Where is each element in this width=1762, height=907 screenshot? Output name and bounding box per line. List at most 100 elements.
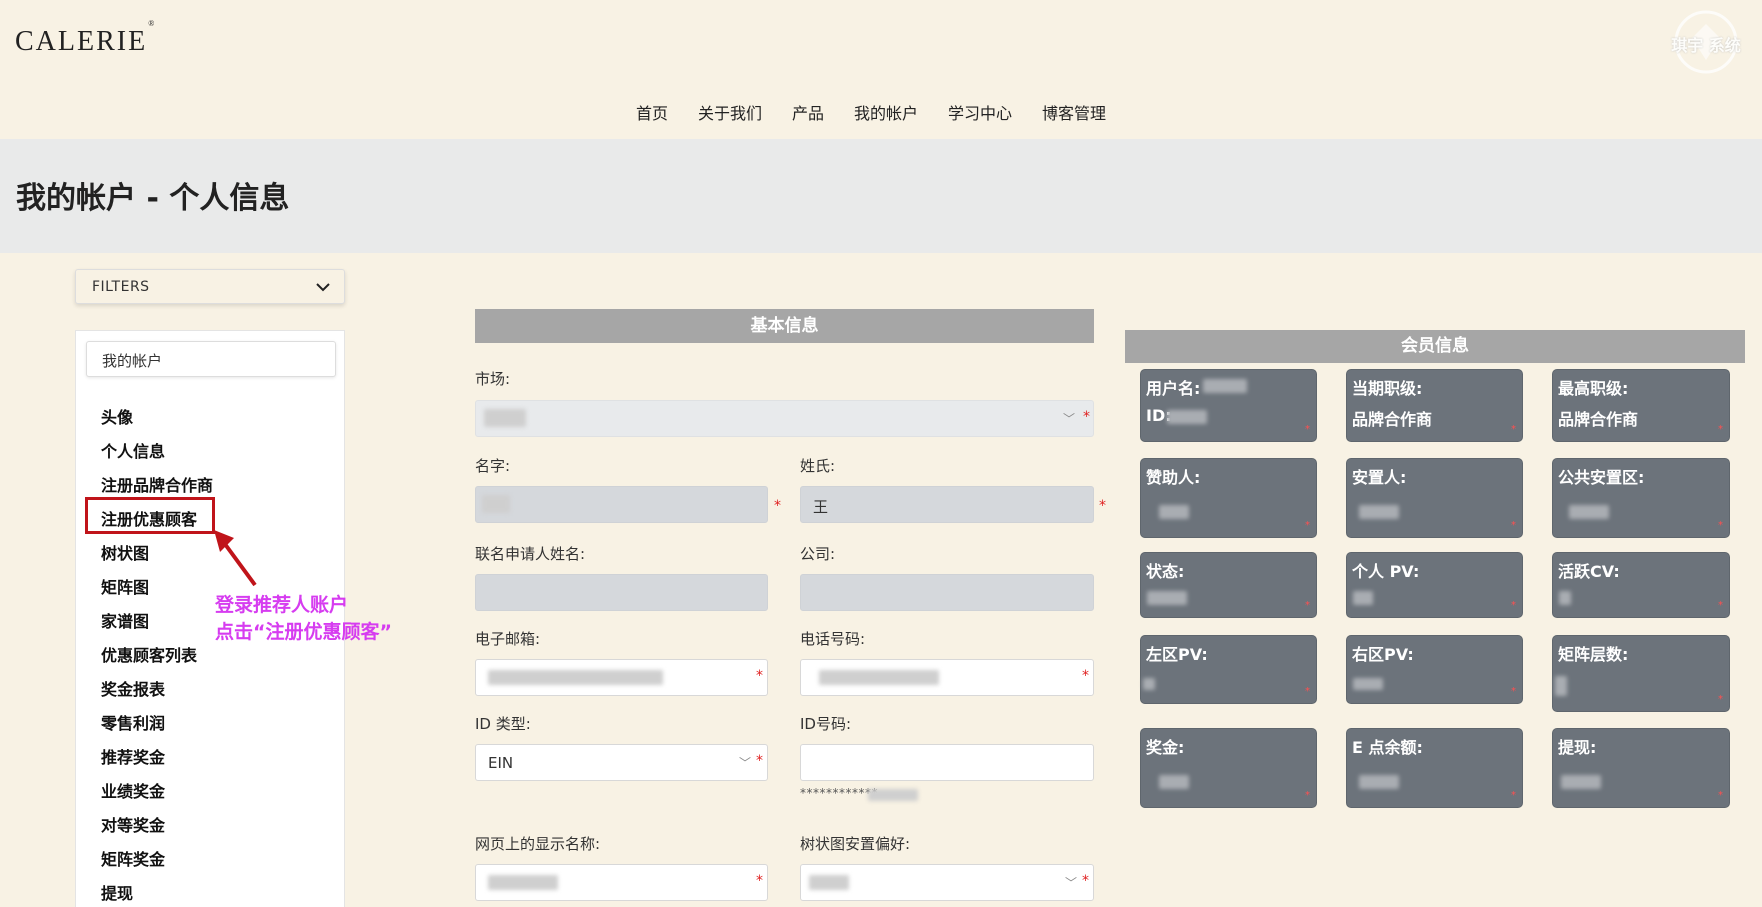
card-label: 最高职级: bbox=[1558, 379, 1629, 398]
company-label: 公司: bbox=[800, 545, 836, 563]
co-applicant-label: 联名申请人姓名: bbox=[475, 545, 586, 563]
display-name-field[interactable]: * bbox=[475, 864, 768, 901]
sidebar-item-avatar[interactable]: 头像 bbox=[101, 401, 213, 435]
email-field[interactable]: * bbox=[475, 659, 768, 696]
required-mark: * bbox=[1083, 409, 1090, 425]
chevron-down-icon: ﹀ bbox=[1064, 876, 1077, 890]
sidebar-item-referral-bonus[interactable]: 推荐奖金 bbox=[101, 741, 213, 775]
sidebar-item-bonus-report[interactable]: 奖金报表 bbox=[101, 673, 213, 707]
id-number-masked: ************ bbox=[800, 786, 878, 800]
card-sponsor: 赞助人: * bbox=[1140, 458, 1317, 538]
required-mark: * bbox=[1511, 520, 1516, 531]
annotation-line1: 登录推荐人账户 bbox=[215, 594, 349, 616]
card-personal-pv: 个人 PV: * bbox=[1346, 552, 1523, 618]
filters-label: FILTERS bbox=[92, 278, 150, 295]
email-label: 电子邮箱: bbox=[475, 630, 541, 648]
required-mark: * bbox=[1511, 686, 1516, 697]
nav-learning-center[interactable]: 学习中心 bbox=[948, 100, 1012, 124]
blurred-value bbox=[1203, 379, 1247, 393]
required-mark: * bbox=[1305, 790, 1310, 801]
required-mark: * bbox=[1511, 600, 1516, 611]
id-type-select[interactable]: EIN ﹀ * bbox=[475, 744, 768, 781]
sidebar-item-matrix-bonus[interactable]: 矩阵奖金 bbox=[101, 843, 213, 877]
card-public-placement: 公共安置区: * bbox=[1552, 458, 1730, 538]
blurred-value bbox=[1353, 591, 1373, 605]
card-matrix-levels: 矩阵层数: * bbox=[1552, 635, 1730, 712]
sidebar-item-tree-view[interactable]: 树状图 bbox=[101, 537, 213, 571]
card-value: 品牌合作商 bbox=[1558, 410, 1639, 429]
chevron-down-icon: ﹀ bbox=[1062, 412, 1075, 426]
highlight-box bbox=[85, 497, 215, 534]
blurred-value bbox=[868, 789, 918, 801]
card-label: 赞助人: bbox=[1146, 468, 1201, 487]
nav-my-account[interactable]: 我的帐户 bbox=[854, 100, 918, 124]
card-username: 用户名: ID: * bbox=[1140, 369, 1317, 442]
sidebar-item-retail-profit[interactable]: 零售利润 bbox=[101, 707, 213, 741]
id-number-field[interactable] bbox=[800, 744, 1094, 781]
sidebar-item-withdraw[interactable]: 提现 bbox=[101, 877, 213, 907]
blurred-value bbox=[1159, 775, 1189, 789]
required-mark: * bbox=[1305, 686, 1310, 697]
card-placement: 安置人: * bbox=[1346, 458, 1523, 538]
card-label: 安置人: bbox=[1352, 468, 1407, 487]
tree-pref-select[interactable]: ﹀ * bbox=[800, 864, 1094, 901]
member-info-heading: 会员信息 bbox=[1125, 330, 1745, 363]
required-mark: * bbox=[1305, 424, 1310, 435]
required-mark: * bbox=[1718, 790, 1723, 801]
nav-about[interactable]: 关于我们 bbox=[698, 100, 762, 124]
card-right-pv: 右区PV: * bbox=[1346, 635, 1523, 704]
watermark-text: 琪宇 系统 bbox=[1671, 36, 1741, 55]
sidebar-item-peer-bonus[interactable]: 对等奖金 bbox=[101, 809, 213, 843]
card-highest-rank: 最高职级: 品牌合作商 * bbox=[1552, 369, 1730, 442]
sidebar-item-matrix-view[interactable]: 矩阵图 bbox=[101, 571, 213, 605]
required-mark: * bbox=[756, 873, 763, 889]
company-field[interactable] bbox=[800, 574, 1094, 611]
card-current-rank: 当期职级: 品牌合作商 * bbox=[1346, 369, 1523, 442]
sidebar-item-preferred-customer-list[interactable]: 优惠顾客列表 bbox=[101, 639, 213, 673]
required-mark: * bbox=[774, 498, 781, 514]
blurred-value bbox=[1359, 505, 1399, 519]
card-status: 状态: * bbox=[1140, 552, 1317, 618]
required-mark: * bbox=[1511, 424, 1516, 435]
required-mark: * bbox=[1718, 520, 1723, 531]
last-name-value: 王 bbox=[813, 498, 829, 516]
watermark-logo: 琪宇 系统 bbox=[1656, 8, 1756, 76]
blurred-value bbox=[1353, 678, 1383, 690]
nav-products[interactable]: 产品 bbox=[792, 100, 824, 124]
annotation-line2: 点击“注册优惠顾客” bbox=[215, 621, 392, 643]
blurred-value bbox=[1559, 591, 1571, 605]
required-mark: * bbox=[756, 668, 763, 684]
sidebar-item-performance-bonus[interactable]: 业绩奖金 bbox=[101, 775, 213, 809]
first-name-field[interactable] bbox=[475, 486, 768, 523]
card-withdrawal: 提现: * bbox=[1552, 728, 1730, 808]
blurred-value bbox=[1147, 591, 1187, 605]
blurred-value bbox=[1561, 775, 1601, 789]
card-label: 活跃CV: bbox=[1558, 562, 1620, 581]
blurred-value bbox=[1569, 505, 1609, 519]
main-nav: 首页 关于我们 产品 我的帐户 学习中心 博客管理 bbox=[0, 100, 1762, 124]
registered-mark: ® bbox=[148, 18, 157, 28]
card-label: 当期职级: bbox=[1352, 379, 1423, 398]
sidebar-item-personal-info[interactable]: 个人信息 bbox=[101, 435, 213, 469]
required-mark: * bbox=[1099, 498, 1106, 514]
card-label: 奖金: bbox=[1146, 738, 1185, 757]
brand-logo[interactable]: CALERIE® bbox=[15, 19, 156, 58]
card-label: 右区PV: bbox=[1352, 645, 1414, 664]
required-mark: * bbox=[1718, 694, 1723, 705]
display-name-label: 网页上的显示名称: bbox=[475, 835, 601, 853]
sidebar-menu: 头像 个人信息 注册品牌合作商 注册优惠顾客 树状图 矩阵图 家谱图 优惠顾客列… bbox=[101, 401, 213, 907]
required-mark: * bbox=[756, 753, 763, 769]
card-label: 矩阵层数: bbox=[1558, 645, 1629, 664]
co-applicant-field[interactable] bbox=[475, 574, 768, 611]
phone-field[interactable]: * bbox=[800, 659, 1094, 696]
required-mark: * bbox=[1305, 520, 1310, 531]
last-name-field[interactable]: 王 bbox=[800, 486, 1094, 523]
nav-blog-admin[interactable]: 博客管理 bbox=[1042, 100, 1106, 124]
nav-home[interactable]: 首页 bbox=[636, 100, 668, 124]
market-label: 市场: bbox=[475, 370, 511, 388]
annotation-arrow-icon bbox=[214, 530, 257, 587]
sidebar-item-genealogy[interactable]: 家谱图 bbox=[101, 605, 213, 639]
market-select[interactable]: ﹀ bbox=[475, 400, 1094, 437]
filters-dropdown[interactable]: FILTERS bbox=[75, 269, 345, 304]
sidebar-account-header[interactable]: 我的帐户 bbox=[86, 341, 336, 377]
